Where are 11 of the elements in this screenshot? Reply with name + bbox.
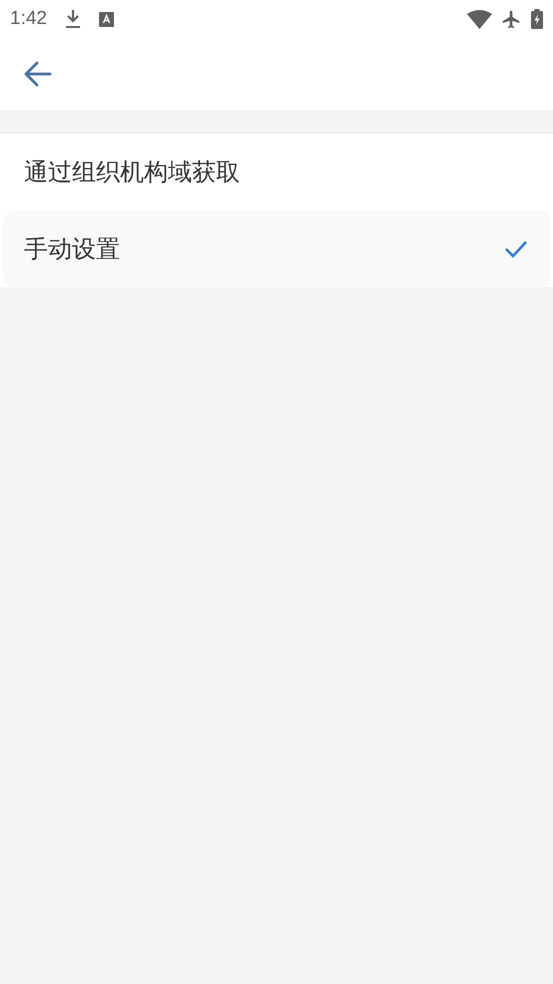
check-icon <box>504 240 528 258</box>
status-time: 1:42 <box>10 6 47 31</box>
option-item[interactable]: 通过组织机构域获取 <box>0 133 553 210</box>
wifi-icon <box>467 10 492 28</box>
option-item[interactable]: 手动设置 <box>3 210 550 287</box>
battery-icon <box>531 9 543 29</box>
option-label: 手动设置 <box>24 234 121 264</box>
airplane-icon <box>501 8 522 30</box>
keyboard-icon <box>98 12 114 26</box>
download-icon <box>64 9 81 29</box>
option-label: 通过组织机构域获取 <box>24 156 241 188</box>
